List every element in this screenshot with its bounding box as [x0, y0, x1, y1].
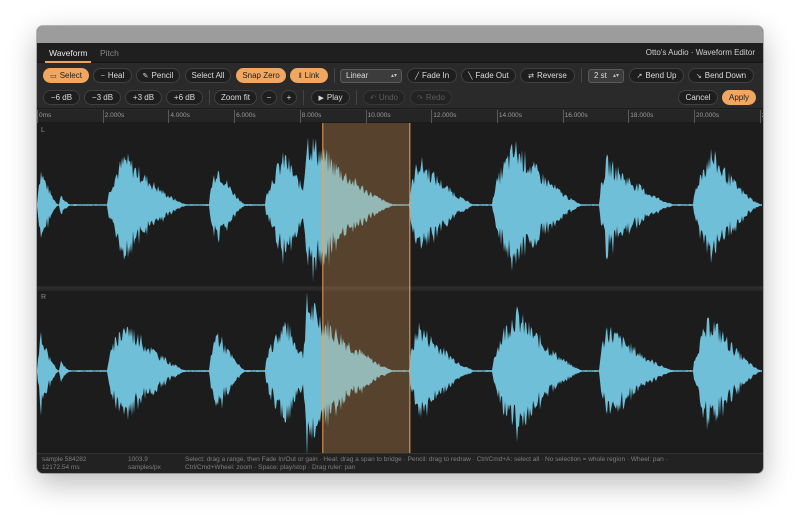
apply-button[interactable]: Apply: [722, 90, 756, 105]
gain-minus-3db-button[interactable]: −3 dB: [84, 90, 121, 105]
ruler-tick: [234, 110, 236, 123]
link-channels-toggle[interactable]: ⫴ Link: [290, 68, 328, 83]
pencil-tool-button[interactable]: ✎ Pencil: [136, 68, 180, 83]
selection-range[interactable]: [322, 123, 410, 453]
ruler-tick: [37, 110, 38, 123]
channel-label-right: R: [41, 294, 47, 301]
link-icon: ⫴: [298, 73, 302, 80]
reverse-icon: ⇄: [528, 73, 535, 80]
ruler-tick: [168, 110, 170, 123]
play-button[interactable]: ▶ Play: [311, 90, 350, 105]
help-text-line-2: Ctrl/Cmd+Wheel: zoom · Space: play/stop …: [185, 464, 356, 471]
zoom-out-button[interactable]: −: [261, 90, 277, 105]
select-all-button[interactable]: Select All: [185, 68, 231, 83]
help-text-line-1: Select: drag a range, then Fade In/Out o…: [185, 456, 668, 463]
ruler-label: 0ms: [39, 112, 52, 119]
undo-icon: ↶: [370, 95, 376, 102]
status-bar: sample 584282 12172.54 ms 1003.9 samples…: [37, 453, 763, 473]
sample-position: sample 584282: [42, 456, 87, 463]
semitone-select[interactable]: 2 st ▴▾: [588, 69, 624, 83]
zoom-unit: samples/px: [128, 464, 161, 471]
editor-window: Waveform Pitch Otto's Audio · Waveform E…: [37, 26, 763, 473]
cancel-button[interactable]: Cancel: [678, 90, 718, 105]
fade-out-button[interactable]: ╲ Fade Out: [461, 68, 516, 83]
time-position: 12172.54 ms: [42, 464, 80, 471]
ruler-tick: [759, 110, 761, 123]
tab-pitch[interactable]: Pitch: [100, 43, 119, 63]
play-icon: ▶: [318, 95, 324, 102]
ruler-label: 22.00: [762, 112, 763, 119]
time-ruler[interactable]: 0ms 2.000s 4.000s 6.000s 8.000s 10.000s 12.000…: [37, 110, 763, 123]
bend-up-button[interactable]: ↗ Bend Up: [629, 68, 684, 83]
tab-waveform[interactable]: Waveform: [44, 43, 92, 63]
ruler-label: 18.000s: [630, 112, 654, 119]
stepper-arrows-icon: ▴▾: [390, 73, 397, 79]
edit-toolbar: −6 dB −3 dB +3 dB +6 dB Zoom fit − + ▶ Pl…: [37, 87, 763, 109]
ruler-tick: [299, 110, 301, 123]
ruler-tick: [628, 110, 630, 123]
ruler-tick: [365, 110, 367, 123]
redo-button[interactable]: ↷ Redo: [410, 90, 452, 105]
toolbar-divider: [334, 68, 335, 83]
ruler-label: 12.000s: [433, 112, 457, 119]
fade-in-icon: ╱: [414, 73, 420, 80]
toolbar-divider: [581, 68, 582, 83]
ruler-label: 4.000s: [170, 112, 190, 119]
reverse-button[interactable]: ⇄ Reverse: [520, 68, 575, 83]
ruler-tick: [562, 110, 564, 123]
waveform-canvas[interactable]: [37, 123, 763, 458]
ruler-label: 8.000s: [301, 112, 322, 119]
gain-plus-3db-button[interactable]: +3 dB: [125, 90, 162, 105]
channel-label-left: L: [41, 127, 45, 134]
ruler-label: 2.000s: [104, 112, 125, 119]
redo-icon: ↷: [417, 95, 423, 102]
bend-down-icon: ↘: [695, 73, 702, 80]
pencil-icon: ✎: [142, 73, 149, 80]
ruler-tick: [694, 110, 695, 123]
gain-plus-6db-button[interactable]: +6 dB: [166, 90, 203, 105]
bend-down-button[interactable]: ↘ Bend Down: [688, 68, 754, 83]
toolbar-divider: [209, 90, 210, 105]
fade-curve-select[interactable]: Linear ▴▾: [340, 69, 402, 83]
waveform-view[interactable]: L R: [37, 123, 763, 458]
undo-button[interactable]: ↶ Undo: [363, 90, 405, 105]
fade-in-button[interactable]: ╱ Fade In: [407, 68, 457, 83]
bend-up-icon: ↗: [636, 73, 643, 80]
ruler-tick: [496, 110, 498, 123]
ruler-label: 16.000s: [564, 112, 588, 119]
zoom-in-button[interactable]: +: [281, 90, 297, 105]
ruler-label: 14.000s: [498, 112, 523, 119]
heal-tool-button[interactable]: ~ Heal: [93, 68, 132, 83]
marquee-icon: ▭: [50, 73, 57, 80]
toolbar-divider: [303, 90, 304, 105]
window-titlebar[interactable]: [37, 26, 763, 43]
ruler-tick: [102, 110, 104, 123]
tool-toolbar: ▭ Select ~ Heal ✎ Pencil Select All Snap Ze…: [37, 63, 763, 87]
zoom-fit-button[interactable]: Zoom fit: [214, 90, 257, 105]
toolbar-divider: [356, 90, 357, 105]
zoom-level: 1003.9: [128, 456, 148, 463]
snap-zero-toggle[interactable]: Snap Zero: [236, 68, 286, 83]
heal-icon: ~: [100, 73, 105, 80]
tab-bar: Waveform Pitch Otto's Audio · Waveform E…: [37, 43, 763, 63]
gain-minus-6db-button[interactable]: −6 dB: [43, 90, 80, 105]
select-tool-button[interactable]: ▭ Select: [43, 68, 89, 83]
fade-out-icon: ╲: [468, 73, 473, 80]
ruler-label: 10.000s: [367, 112, 391, 119]
ruler-tick: [431, 110, 433, 123]
app-title: Otto's Audio · Waveform Editor: [645, 48, 755, 57]
ruler-label: 6.000s: [236, 112, 256, 119]
stepper-arrows-icon: ▴▾: [612, 73, 619, 79]
ruler-label: 20.000s: [696, 112, 720, 119]
